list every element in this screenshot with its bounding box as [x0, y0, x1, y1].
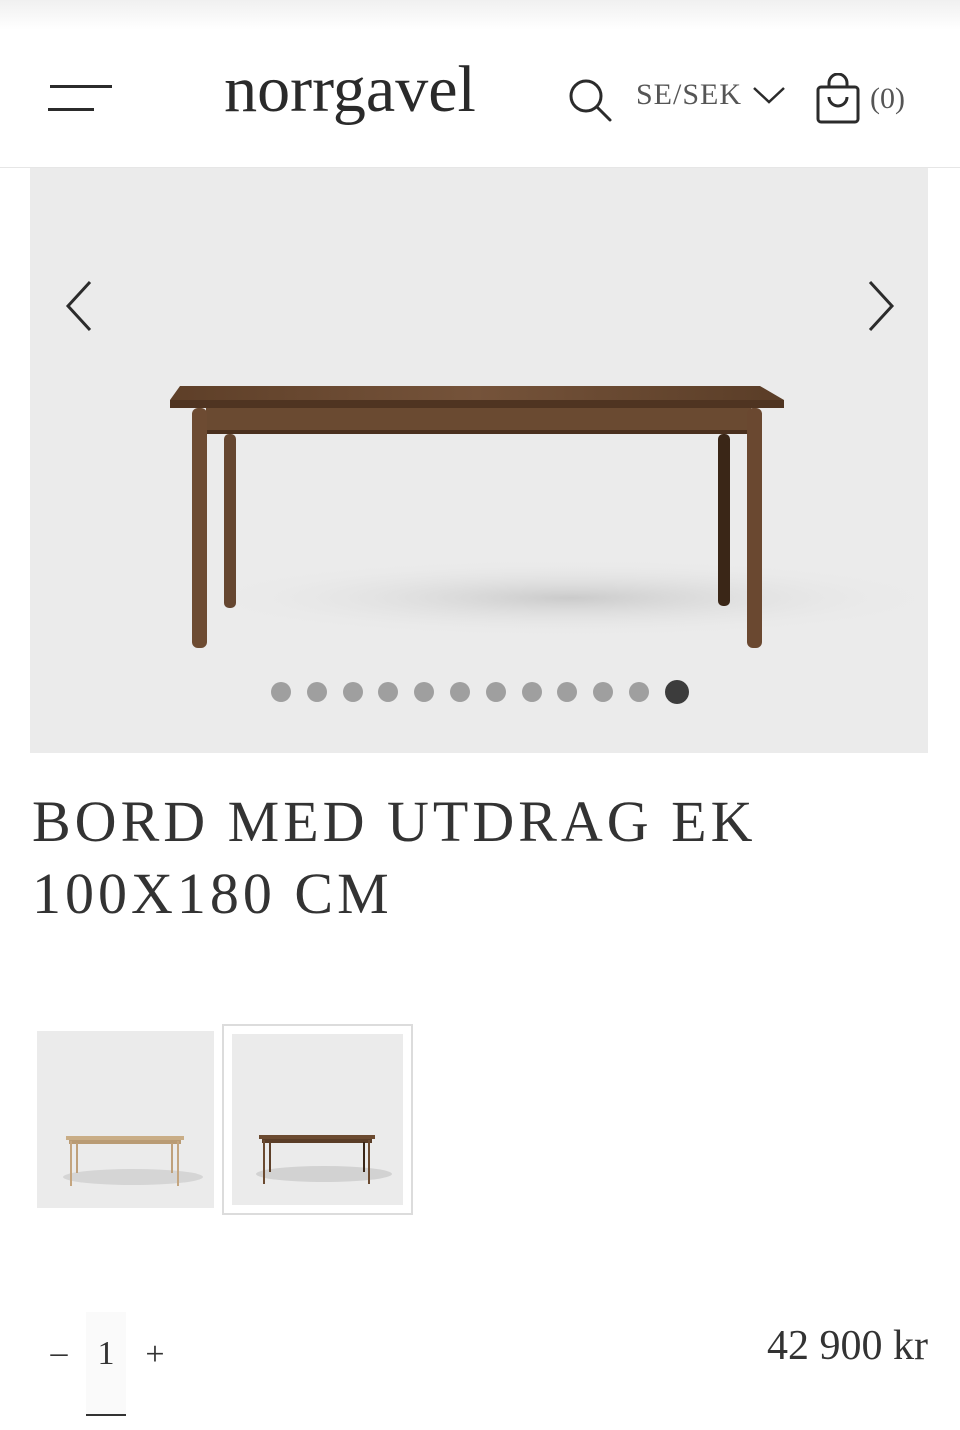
product-title: BORD MED UTDRAG EK 100X180 CM: [32, 786, 912, 930]
chevron-left-icon[interactable]: [58, 276, 102, 336]
carousel-dot-active[interactable]: [664, 680, 689, 704]
menu-line-bottom: [48, 108, 94, 111]
hamburger-menu-icon[interactable]: [46, 80, 116, 116]
carousel-dot[interactable]: [628, 682, 649, 702]
carousel-dot[interactable]: [378, 682, 399, 702]
menu-line-top: [50, 85, 112, 88]
product-title-line1: BORD MED UTDRAG EK: [32, 789, 757, 854]
product-title-line2: 100X180 CM: [32, 861, 393, 926]
site-header: norrgavel SE/SEK (0): [0, 30, 960, 168]
status-bar-fade: [0, 0, 960, 30]
variant-thumbnail-light-oak[interactable]: [37, 1031, 214, 1208]
search-icon[interactable]: [566, 76, 614, 124]
locale-label: SE/SEK: [636, 78, 743, 111]
product-price: 42 900 kr: [767, 1323, 928, 1369]
carousel-dot[interactable]: [593, 682, 614, 702]
product-image-carousel[interactable]: [30, 168, 928, 753]
dark-oak-table-image: [256, 1135, 392, 1184]
quantity-input[interactable]: 1: [86, 1312, 126, 1416]
carousel-dot[interactable]: [306, 682, 327, 702]
quantity-stepper: – 1 +: [40, 1312, 180, 1416]
carousel-dot[interactable]: [271, 682, 291, 702]
cart-count: (0): [870, 82, 905, 115]
product-image: [170, 386, 928, 648]
cart-button[interactable]: (0): [814, 72, 905, 126]
carousel-dot[interactable]: [485, 682, 506, 702]
carousel-dot[interactable]: [449, 682, 470, 702]
light-oak-table-image: [63, 1136, 203, 1186]
increase-quantity-button[interactable]: +: [138, 1336, 172, 1374]
logo[interactable]: norrgavel: [180, 50, 520, 130]
locale-selector[interactable]: SE/SEK: [636, 78, 786, 112]
decrease-quantity-button[interactable]: –: [44, 1334, 74, 1372]
variant-thumbnail-dark-oak[interactable]: [222, 1024, 413, 1215]
chevron-down-icon: [753, 87, 785, 104]
carousel-dot[interactable]: [342, 682, 363, 702]
shopping-bag-icon: [816, 73, 860, 124]
carousel-dot[interactable]: [414, 682, 435, 702]
carousel-dot[interactable]: [557, 682, 578, 702]
carousel-dots: [271, 680, 689, 704]
carousel-dot[interactable]: [521, 682, 542, 702]
variant-thumbnail-dark-oak-inner: [232, 1034, 403, 1205]
chevron-right-icon[interactable]: [858, 276, 902, 336]
